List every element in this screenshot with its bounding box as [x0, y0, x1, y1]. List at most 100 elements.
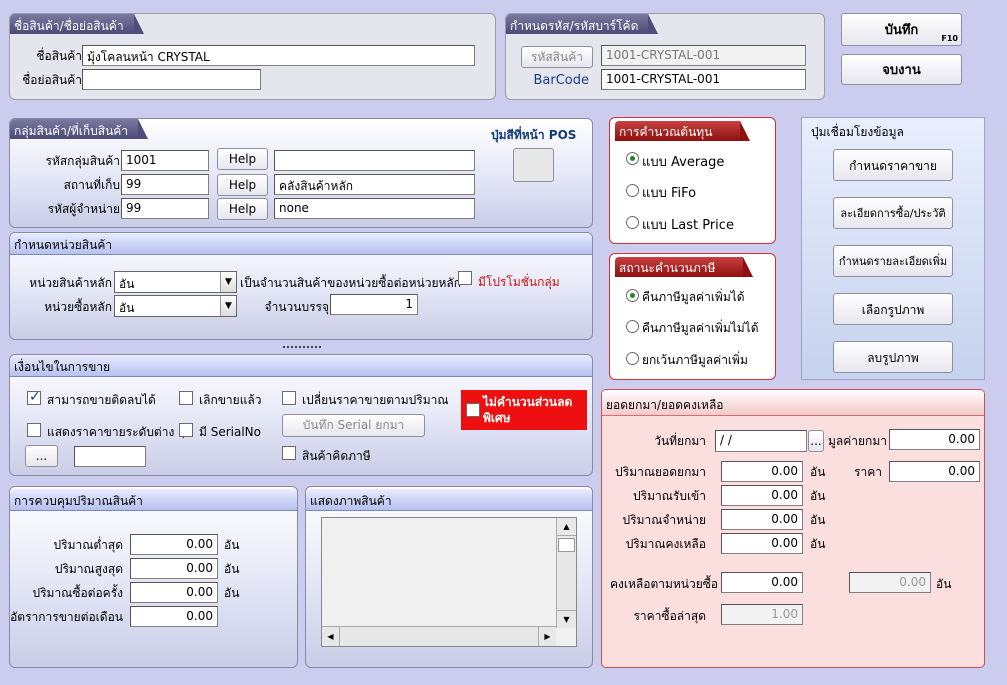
set-price-button[interactable]: กำหนดราคาขาย	[833, 149, 953, 181]
location-desc[interactable]: คลังสินค้าหลัก	[274, 174, 475, 195]
qty-control-title: การควบคุมปริมาณสินค้า	[10, 489, 297, 511]
min-qty-input[interactable]: 0.00	[130, 534, 218, 555]
extra-details-button[interactable]: กำหนดรายละเอียดเพิ่ม	[833, 245, 953, 277]
max-qty-unit: อัน	[224, 562, 240, 576]
code-title: กำหนดรหัส/รหัสบาร์โค้ด	[506, 14, 659, 34]
exit-button[interactable]: จบงาน	[841, 54, 962, 85]
links-title: ปุ่มเชื่อมโยงข้อมูล	[811, 125, 904, 139]
remain-qty-label: ปริมาณคงเหลือ	[625, 537, 706, 551]
level-price-checkbox[interactable]	[27, 423, 41, 437]
save-button[interactable]: บันทึก F10	[841, 13, 962, 46]
tax-panel: สถานะคำนวนภาษี คืนภาษีมูลค่าเพิ่มได้ คืน…	[609, 253, 776, 380]
min-qty-label: ปริมาณต่ำสุด	[53, 538, 124, 552]
group-code-label: รหัสกลุ่มสินค้า	[45, 154, 120, 168]
cost-fifo-radio[interactable]	[626, 184, 639, 197]
no-discount-box[interactable]: ไม่คำนวนส่วนลดพิเศษ	[461, 390, 587, 430]
save-shortcut: F10	[941, 34, 958, 43]
cost-title: การคำนวณต้นทุน	[615, 121, 751, 141]
supplier-input[interactable]: 99	[121, 198, 209, 219]
chevron-down-icon[interactable]: ▼	[220, 296, 236, 316]
open-value-label: มูลค่ายกมา	[828, 434, 887, 448]
remain-buy-input-2[interactable]: 0.00	[849, 572, 931, 593]
sold-qty-unit: อัน	[810, 513, 826, 527]
max-qty-input[interactable]: 0.00	[130, 558, 218, 579]
more-button[interactable]: ...	[25, 445, 58, 467]
monthly-rate-input[interactable]: 0.00	[130, 606, 218, 627]
cost-last-price-radio[interactable]	[626, 216, 639, 229]
pos-color-button[interactable]	[513, 148, 554, 182]
scroll-down-icon[interactable]: ▼	[557, 610, 576, 628]
negative-sale-checkbox[interactable]	[27, 389, 41, 405]
open-qty-input[interactable]: 0.00	[721, 461, 803, 482]
image-viewer[interactable]: ▲ ▼ ◀ ▶	[321, 517, 577, 647]
cost-last-price-label: แบบ Last Price	[642, 218, 734, 233]
price-input[interactable]: 0.00	[889, 461, 980, 482]
links-panel: ปุ่มเชื่อมโยงข้อมูล กำหนดราคาขาย ละเอียด…	[801, 117, 985, 380]
last-price-input[interactable]: 1.00	[721, 604, 803, 625]
tax-refundable-radio[interactable]	[626, 289, 639, 302]
scroll-thumb[interactable]	[558, 538, 575, 552]
group-code-help[interactable]: Help	[217, 148, 268, 170]
sold-qty-input[interactable]: 0.00	[721, 509, 803, 530]
pack-input[interactable]: 1	[330, 294, 418, 315]
horizontal-scrollbar[interactable]: ◀ ▶	[322, 626, 556, 646]
location-help[interactable]: Help	[217, 174, 268, 196]
group-promo-checkbox[interactable]	[458, 271, 472, 285]
qty-price-checkbox[interactable]	[282, 391, 296, 405]
tax-nonrefundable-radio[interactable]	[626, 320, 639, 333]
taxable-label: สินค้าคิดภาษี	[302, 449, 371, 463]
delete-image-button[interactable]: ลบรูปภาพ	[833, 341, 953, 373]
scroll-up-icon[interactable]: ▲	[557, 518, 576, 536]
main-unit-select[interactable]: อัน ▼	[114, 271, 237, 293]
remain-qty-unit: อัน	[810, 537, 826, 551]
group-code-input[interactable]: 1001	[121, 150, 209, 171]
cost-average-radio[interactable]	[626, 152, 639, 165]
serial-checkbox[interactable]	[179, 423, 193, 437]
location-input[interactable]: 99	[121, 174, 209, 195]
product-code-input[interactable]: 1001-CRYSTAL-001	[601, 45, 806, 66]
product-code-button[interactable]: รหัสสินค้า	[521, 46, 593, 68]
main-unit-value: อัน	[119, 277, 135, 291]
remain-buy-label: คงเหลือตามหน่วยซื้อ	[610, 577, 719, 591]
price-label: ราคา	[854, 465, 882, 479]
short-name-input[interactable]	[82, 69, 261, 90]
product-name-input[interactable]: มุ้งโคลนหน้า CRYSTAL	[82, 45, 475, 66]
choose-image-button[interactable]: เลือกรูปภาพ	[833, 293, 953, 325]
remain-qty-input[interactable]: 0.00	[721, 533, 803, 554]
taxable-checkbox[interactable]	[282, 446, 296, 460]
no-discount-label: ไม่คำนวนส่วนลดพิเศษ	[483, 395, 573, 425]
buy-unit-value: อัน	[119, 301, 135, 315]
purchase-history-button[interactable]: ละเอียดการซื้อ/ประวัติ	[833, 197, 953, 229]
tax-title: สถานะคำนวนภาษี	[615, 257, 754, 277]
cost-fifo-label: แบบ FiFo	[642, 186, 697, 201]
discontinued-checkbox[interactable]	[179, 391, 193, 405]
serial-record-button[interactable]: บันทึก Serial ยกมา	[282, 414, 425, 437]
no-discount-checkbox[interactable]	[466, 403, 480, 417]
negative-sale-label: สามารถขายติดลบได้	[47, 393, 156, 407]
buy-unit-select[interactable]: อัน ▼	[114, 295, 237, 317]
barcode-input[interactable]: 1001-CRYSTAL-001	[601, 69, 806, 90]
open-date-button[interactable]: ...	[808, 430, 824, 452]
location-label: สถานที่เก็บ	[63, 178, 120, 192]
serial-label: มี SerialNo	[199, 425, 261, 439]
open-value-input[interactable]: 0.00	[889, 429, 980, 450]
scroll-right-icon[interactable]: ▶	[538, 627, 556, 646]
group-code-desc[interactable]	[274, 150, 475, 171]
tax-exempt-radio[interactable]	[626, 352, 639, 365]
extra-input[interactable]	[74, 446, 146, 467]
order-qty-input[interactable]: 0.00	[130, 582, 218, 603]
splitter-grip[interactable]	[283, 346, 321, 350]
discontinued-label: เลิกขายแล้ว	[199, 393, 262, 407]
remain-buy-input[interactable]: 0.00	[721, 572, 803, 593]
monthly-rate-label: อัตราการขายต่อเดือน	[10, 610, 123, 624]
open-date-input[interactable]: / /	[715, 430, 807, 452]
received-qty-input[interactable]: 0.00	[721, 485, 803, 506]
scroll-left-icon[interactable]: ◀	[322, 627, 340, 646]
save-label: บันทึก	[884, 23, 919, 38]
image-panel: แสดงภาพสินค้า ▲ ▼ ◀ ▶	[305, 486, 593, 668]
tax-nonrefundable-label: คืนภาษีมูลค่าเพิ่มไม่ได้	[642, 321, 759, 335]
supplier-help[interactable]: Help	[217, 198, 268, 220]
chevron-down-icon[interactable]: ▼	[220, 272, 236, 292]
vertical-scrollbar[interactable]: ▲ ▼	[556, 518, 576, 628]
supplier-desc[interactable]: none	[274, 198, 475, 219]
